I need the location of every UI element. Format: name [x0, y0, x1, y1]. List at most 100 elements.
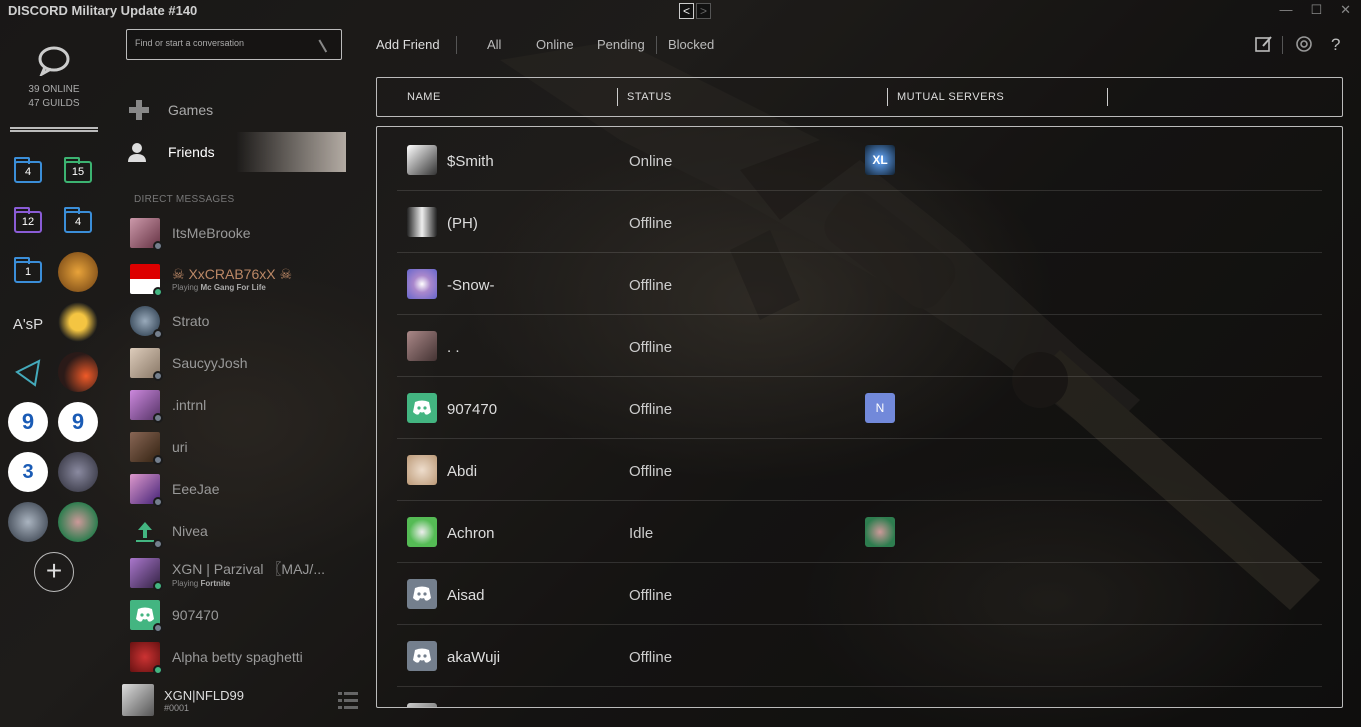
forward-button[interactable]: >: [696, 3, 711, 19]
dm-name: XGN | Parzival 〖MAJ/...: [172, 560, 325, 577]
dm-item[interactable]: EeeJae: [130, 470, 355, 508]
friend-row[interactable]: akaWuji Offline: [397, 625, 1322, 687]
dm-name: Alpha betty spaghetti: [172, 649, 303, 665]
dm-item[interactable]: 907470: [130, 596, 355, 634]
guild-text-server[interactable]: A'sP: [8, 304, 48, 344]
friend-row[interactable]: (PH) Offline: [397, 191, 1322, 253]
maximize-button[interactable]: ☐: [1310, 2, 1322, 18]
guild-folder[interactable]: 1: [8, 252, 48, 292]
search-input[interactable]: [135, 38, 315, 48]
guild-icon[interactable]: [8, 502, 48, 542]
dm-item[interactable]: uri: [130, 428, 355, 466]
dm-item[interactable]: XGN | Parzival 〖MAJ/... Playing Fortnite: [130, 554, 355, 592]
friend-name: 907470: [447, 401, 498, 418]
guild-folder[interactable]: 15: [58, 152, 98, 192]
tab-blocked[interactable]: Blocked: [668, 37, 714, 52]
gamepad-icon: [126, 97, 152, 123]
folder-icon: 4: [64, 207, 92, 233]
friend-avatar: [407, 455, 437, 485]
guild-separator: [10, 127, 98, 132]
guild-icon[interactable]: [58, 302, 98, 342]
dm-item[interactable]: ItsMeBrooke: [130, 214, 355, 252]
svg-text:?: ?: [1331, 35, 1340, 54]
user-settings-icon[interactable]: [338, 690, 358, 710]
help-icon[interactable]: ?: [1326, 34, 1346, 54]
dm-name: EeeJae: [172, 481, 220, 497]
guild-icon[interactable]: 3: [8, 452, 48, 492]
friend-row[interactable]: Abdi Offline: [397, 439, 1322, 501]
mutual-server-icon[interactable]: XL: [865, 145, 895, 175]
guild-icon[interactable]: [58, 502, 98, 542]
friend-row[interactable]: Achron Idle: [397, 501, 1322, 563]
guild-icon[interactable]: [58, 252, 98, 292]
guild-count: 47 GUILDS: [28, 98, 80, 109]
new-group-dm-icon[interactable]: [1254, 34, 1274, 54]
back-button[interactable]: <: [679, 3, 694, 19]
xgn-server-icon: 9: [8, 402, 48, 442]
xgn-server-icon: 9: [58, 402, 98, 442]
toolbar-divider: [1282, 36, 1283, 54]
friend-status: Offline: [629, 463, 673, 480]
dm-item[interactable]: Alpha betty spaghetti: [130, 638, 355, 676]
friend-name: . .: [447, 339, 460, 356]
dm-item[interactable]: SaucyyJosh: [130, 344, 355, 382]
chat-bubble-icon: [38, 46, 70, 76]
guild-folder[interactable]: 4: [8, 152, 48, 192]
avatar: [130, 390, 163, 423]
minimize-button[interactable]: —: [1279, 2, 1292, 18]
friend-avatar: [407, 145, 437, 175]
friend-status: Offline: [629, 277, 673, 294]
close-button[interactable]: ✕: [1340, 2, 1351, 18]
friend-row[interactable]: Aisad Offline: [397, 563, 1322, 625]
tab-all[interactable]: All: [487, 37, 501, 52]
guild-icon[interactable]: [8, 352, 48, 392]
add-server-button[interactable]: +: [34, 552, 74, 592]
folder-icon: 15: [64, 157, 92, 183]
dm-item[interactable]: ☠ XxCRAB76xX ☠ Playing Mc Gang For Life: [130, 260, 355, 298]
column-mutual-servers[interactable]: MUTUAL SERVERS: [897, 91, 1004, 103]
dm-item[interactable]: Strato: [130, 302, 355, 340]
nav-friends[interactable]: Friends: [126, 132, 346, 172]
guild-icon[interactable]: 9: [8, 402, 48, 442]
avatar: [130, 348, 163, 381]
friends-table-header: NAME STATUS MUTUAL SERVERS: [376, 77, 1343, 117]
friend-row[interactable]: $Smith Online XL: [397, 129, 1322, 191]
add-friend-button[interactable]: Add Friend: [376, 37, 440, 52]
dm-activity: Playing Mc Gang For Life: [172, 283, 266, 292]
home-button[interactable]: 39 ONLINE 47 GUILDS: [8, 42, 100, 109]
guild-icon[interactable]: 9: [58, 402, 98, 442]
friend-row[interactable]: . . Offline: [397, 315, 1322, 377]
column-name[interactable]: NAME: [407, 91, 441, 103]
friend-status: Offline: [629, 401, 673, 418]
search-box[interactable]: [126, 29, 342, 60]
mentions-icon[interactable]: [1294, 34, 1314, 54]
guild-icon[interactable]: [58, 352, 98, 392]
status-dot: [153, 665, 163, 675]
history-arrows: < >: [679, 3, 711, 19]
guild-icon[interactable]: [58, 452, 98, 492]
planet-server-icon: [58, 352, 98, 392]
nav-games[interactable]: Games: [126, 90, 346, 130]
friend-row[interactable]: -Snow- Offline: [397, 253, 1322, 315]
friend-name: Abdi: [447, 463, 478, 480]
guild-folder[interactable]: 12: [8, 202, 48, 242]
avatar: [130, 642, 163, 675]
tab-pending[interactable]: Pending: [597, 37, 645, 52]
dm-name: ItsMeBrooke: [172, 225, 251, 241]
user-panel: XGN|NFLD99 #0001: [122, 680, 362, 720]
column-status[interactable]: STATUS: [627, 91, 672, 103]
tab-online[interactable]: Online: [536, 37, 574, 52]
friend-name: -Snow-: [447, 277, 495, 294]
friend-row[interactable]: 907470 Offline N: [397, 377, 1322, 439]
mutual-server-icon[interactable]: [865, 517, 895, 547]
friends-icon: [126, 139, 152, 165]
status-dot: [153, 287, 163, 297]
friend-row[interactable]: [397, 687, 1322, 707]
user-avatar[interactable]: [122, 684, 154, 716]
dm-item[interactable]: .intrnl: [130, 386, 355, 424]
dm-item[interactable]: Nivea: [130, 512, 355, 550]
mutual-server-icon[interactable]: N: [865, 393, 895, 423]
guild-folder[interactable]: 4: [58, 202, 98, 242]
status-dot: [153, 581, 163, 591]
friend-avatar: [407, 641, 437, 671]
